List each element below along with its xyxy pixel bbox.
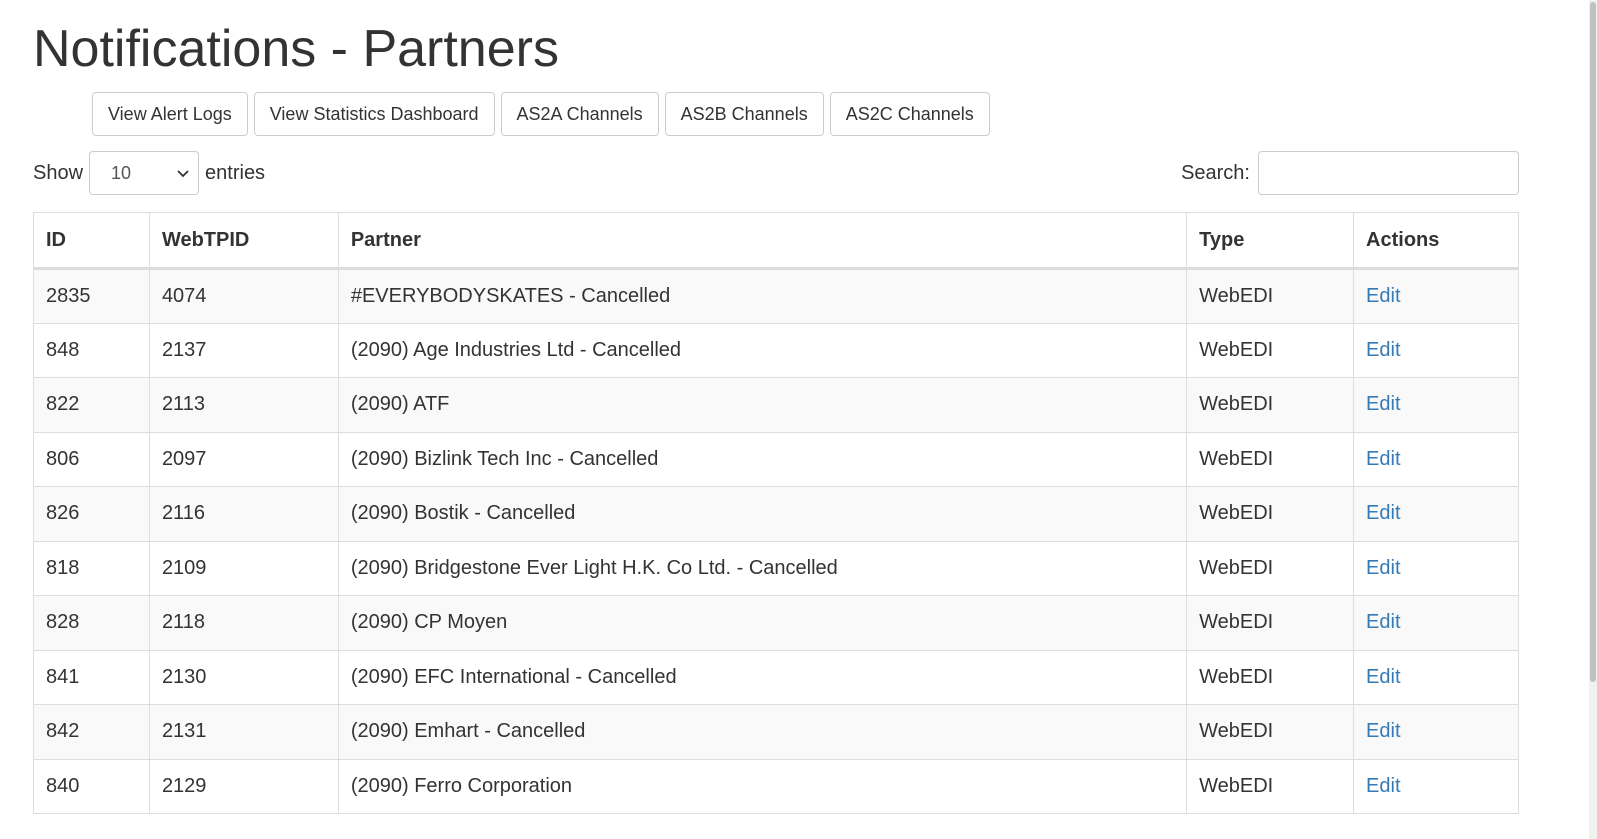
view-alert-logs-button[interactable]: View Alert Logs (92, 92, 248, 136)
cell-partner: (2090) Age Industries Ltd - Cancelled (337, 322, 1188, 378)
column-header-webtpid[interactable]: WebTPID (148, 212, 339, 270)
cell-webtpid: 2131 (148, 704, 339, 760)
column-header-actions: Actions (1353, 212, 1519, 270)
cell-actions: Edit (1353, 322, 1519, 378)
cell-id: 822 (33, 377, 150, 433)
cell-id: 842 (33, 704, 150, 760)
search-label: Search: (1181, 161, 1250, 184)
cell-type: WebEDI (1186, 268, 1355, 324)
view-statistics-dashboard-button[interactable]: View Statistics Dashboard (253, 92, 495, 136)
table-row: 826 2116 (2090) Bostik - Cancelled WebED… (33, 486, 1519, 542)
table-row: 841 2130 (2090) EFC International - Canc… (33, 649, 1519, 705)
edit-link[interactable]: Edit (1366, 611, 1400, 633)
column-header-type[interactable]: Type (1186, 212, 1355, 270)
cell-partner: (2090) Bostik - Cancelled (337, 486, 1188, 542)
cell-id: 828 (33, 595, 150, 651)
cell-actions: Edit (1353, 486, 1519, 542)
cell-id: 818 (33, 540, 150, 596)
cell-type: WebEDI (1186, 704, 1355, 760)
cell-webtpid: 2118 (148, 595, 339, 651)
entries-select[interactable]: 10 (89, 151, 200, 195)
table-row: 848 2137 (2090) Age Industries Ltd - Can… (33, 322, 1519, 378)
edit-link[interactable]: Edit (1366, 393, 1400, 415)
edit-link[interactable]: Edit (1366, 720, 1400, 742)
cell-partner: (2090) ATF (337, 377, 1188, 433)
edit-link[interactable]: Edit (1366, 502, 1400, 524)
cell-type: WebEDI (1186, 431, 1355, 487)
cell-id: 848 (33, 322, 150, 378)
cell-webtpid: 2116 (148, 486, 339, 542)
as2b-channels-button[interactable]: AS2B Channels (664, 92, 824, 136)
cell-partner: (2090) Ferro Corporation (337, 758, 1188, 814)
table-row: 818 2109 (2090) Bridgestone Ever Light H… (33, 540, 1519, 596)
cell-type: WebEDI (1186, 758, 1355, 814)
edit-link[interactable]: Edit (1366, 666, 1400, 688)
cell-type: WebEDI (1186, 649, 1355, 705)
show-label: Show (33, 161, 84, 184)
cell-webtpid: 2113 (148, 377, 339, 433)
entries-select-value: 10 (111, 162, 132, 183)
cell-type: WebEDI (1186, 377, 1355, 433)
cell-webtpid: 2097 (148, 431, 339, 487)
cell-type: WebEDI (1186, 486, 1355, 542)
cell-partner: (2090) CP Moyen (337, 595, 1188, 651)
edit-link[interactable]: Edit (1366, 775, 1400, 797)
table-header-row: ID WebTPID Partner Type Actions (33, 212, 1519, 270)
edit-link[interactable]: Edit (1366, 557, 1400, 579)
table-row: 806 2097 (2090) Bizlink Tech Inc - Cance… (33, 431, 1519, 487)
cell-partner: (2090) Bridgestone Ever Light H.K. Co Lt… (337, 540, 1188, 596)
cell-webtpid: 2109 (148, 540, 339, 596)
cell-webtpid: 2137 (148, 322, 339, 378)
entries-length-control: Show 10 entries (33, 151, 265, 195)
table-row: 842 2131 (2090) Emhart - Cancelled WebED… (33, 704, 1519, 760)
cell-partner: (2090) Emhart - Cancelled (337, 704, 1188, 760)
table-row: 840 2129 (2090) Ferro Corporation WebEDI… (33, 758, 1519, 814)
partners-table: ID WebTPID Partner Type Actions 2835 407… (33, 212, 1519, 814)
column-header-partner[interactable]: Partner (337, 212, 1188, 270)
search-control: Search: (1181, 151, 1519, 195)
cell-webtpid: 2130 (148, 649, 339, 705)
chevron-down-icon (177, 170, 189, 178)
cell-id: 826 (33, 486, 150, 542)
toolbar: View Alert Logs View Statistics Dashboar… (92, 92, 990, 136)
cell-actions: Edit (1353, 758, 1519, 814)
cell-partner: (2090) Bizlink Tech Inc - Cancelled (337, 431, 1188, 487)
cell-actions: Edit (1353, 649, 1519, 705)
search-input[interactable] (1258, 151, 1519, 195)
table-row: 828 2118 (2090) CP Moyen WebEDI Edit (33, 595, 1519, 651)
page-scrollbar[interactable] (1589, 0, 1597, 839)
cell-actions: Edit (1353, 377, 1519, 433)
as2a-channels-button[interactable]: AS2A Channels (500, 92, 659, 136)
cell-id: 806 (33, 431, 150, 487)
cell-webtpid: 4074 (148, 268, 339, 324)
cell-partner: #EVERYBODYSKATES - Cancelled (337, 268, 1188, 324)
page-title: Notifications - Partners (33, 20, 559, 78)
edit-link[interactable]: Edit (1366, 285, 1400, 307)
edit-link[interactable]: Edit (1366, 448, 1400, 470)
as2c-channels-button[interactable]: AS2C Channels (829, 92, 990, 136)
cell-actions: Edit (1353, 704, 1519, 760)
scrollbar-thumb[interactable] (1590, 2, 1596, 682)
cell-type: WebEDI (1186, 595, 1355, 651)
cell-id: 841 (33, 649, 150, 705)
cell-type: WebEDI (1186, 540, 1355, 596)
cell-actions: Edit (1353, 595, 1519, 651)
entries-label: entries (205, 161, 266, 184)
cell-type: WebEDI (1186, 322, 1355, 378)
column-header-id[interactable]: ID (33, 212, 150, 270)
cell-actions: Edit (1353, 540, 1519, 596)
table-row: 822 2113 (2090) ATF WebEDI Edit (33, 377, 1519, 433)
cell-actions: Edit (1353, 431, 1519, 487)
cell-id: 2835 (33, 268, 150, 324)
cell-actions: Edit (1353, 268, 1519, 324)
cell-id: 840 (33, 758, 150, 814)
cell-webtpid: 2129 (148, 758, 339, 814)
table-row: 2835 4074 #EVERYBODYSKATES - Cancelled W… (33, 268, 1519, 324)
edit-link[interactable]: Edit (1366, 339, 1400, 361)
cell-partner: (2090) EFC International - Cancelled (337, 649, 1188, 705)
